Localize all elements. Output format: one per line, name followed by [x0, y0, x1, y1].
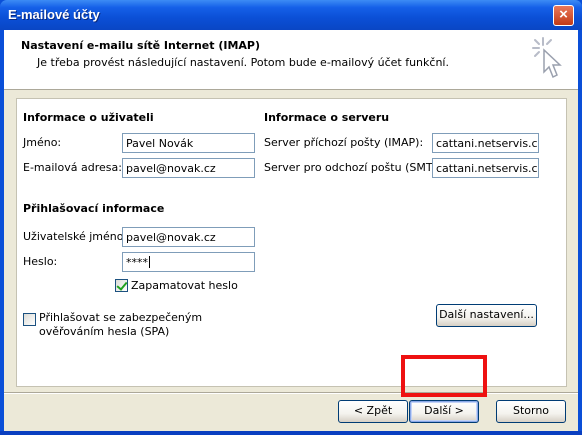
- window-title: E-mailové účty: [8, 7, 100, 22]
- username-field[interactable]: pavel@novak.cz: [122, 227, 255, 247]
- incoming-server-label: Server příchozí pošty (IMAP):: [264, 136, 424, 149]
- cancel-button[interactable]: Storno: [496, 400, 566, 423]
- next-button-highlight: [401, 355, 487, 397]
- remember-password-checkbox[interactable]: [115, 279, 128, 292]
- password-field[interactable]: ****: [122, 252, 255, 272]
- text-caret: [149, 256, 150, 268]
- back-button[interactable]: < Zpět: [338, 400, 408, 423]
- header-title: Nastavení e-mailu sítě Internet (IMAP): [21, 39, 261, 52]
- name-label: Jméno:: [23, 136, 62, 149]
- spa-label-line2: ověřováním hesla (SPA): [39, 325, 170, 338]
- wizard-header: Nastavení e-mailu sítě Internet (IMAP) J…: [4, 30, 578, 90]
- spa-label[interactable]: Přihlašovat se zabezpečeným ověřováním h…: [39, 311, 202, 339]
- password-label: Heslo:: [23, 255, 58, 268]
- incoming-server-field[interactable]: cattani.netservis.cz: [432, 133, 539, 153]
- wizard-cursor-icon: [532, 37, 562, 79]
- outgoing-server-field[interactable]: cattani.netservis.cz: [432, 158, 539, 178]
- settings-panel: Informace o uživateli Jméno: Pavel Novák…: [16, 98, 567, 387]
- title-bar[interactable]: E-mailové účty ×: [0, 0, 582, 30]
- name-field[interactable]: Pavel Novák: [122, 133, 255, 153]
- server-info-heading: Informace o serveru: [264, 111, 390, 124]
- remember-password-label[interactable]: Zapamatovat heslo: [131, 279, 238, 292]
- password-value: ****: [126, 256, 148, 269]
- user-info-heading: Informace o uživateli: [23, 111, 154, 124]
- button-separator: [4, 392, 578, 394]
- spa-label-line1: Přihlašovat se zabezpečeným: [39, 311, 203, 324]
- username-label: Uživatelské jméno:: [23, 230, 128, 243]
- close-icon: ×: [559, 6, 568, 23]
- close-button[interactable]: ×: [553, 5, 574, 26]
- spa-checkbox[interactable]: [23, 313, 36, 326]
- more-settings-button[interactable]: Další nastavení...: [436, 304, 537, 327]
- window-bottom-border: [0, 431, 582, 435]
- dialog-client: Nastavení e-mailu sítě Internet (IMAP) J…: [4, 30, 578, 431]
- next-button[interactable]: Další >: [409, 400, 479, 423]
- header-subtitle: Je třeba provést následující nastavení. …: [37, 56, 449, 69]
- email-field[interactable]: pavel@novak.cz: [122, 158, 255, 178]
- login-info-heading: Přihlašovací informace: [23, 202, 165, 215]
- outgoing-server-label: Server pro odchozí poštu (SMTP):: [264, 161, 448, 174]
- email-label: E-mailová adresa:: [23, 161, 122, 174]
- dialog-window: E-mailové účty × Nastavení e-mailu sítě …: [0, 0, 582, 435]
